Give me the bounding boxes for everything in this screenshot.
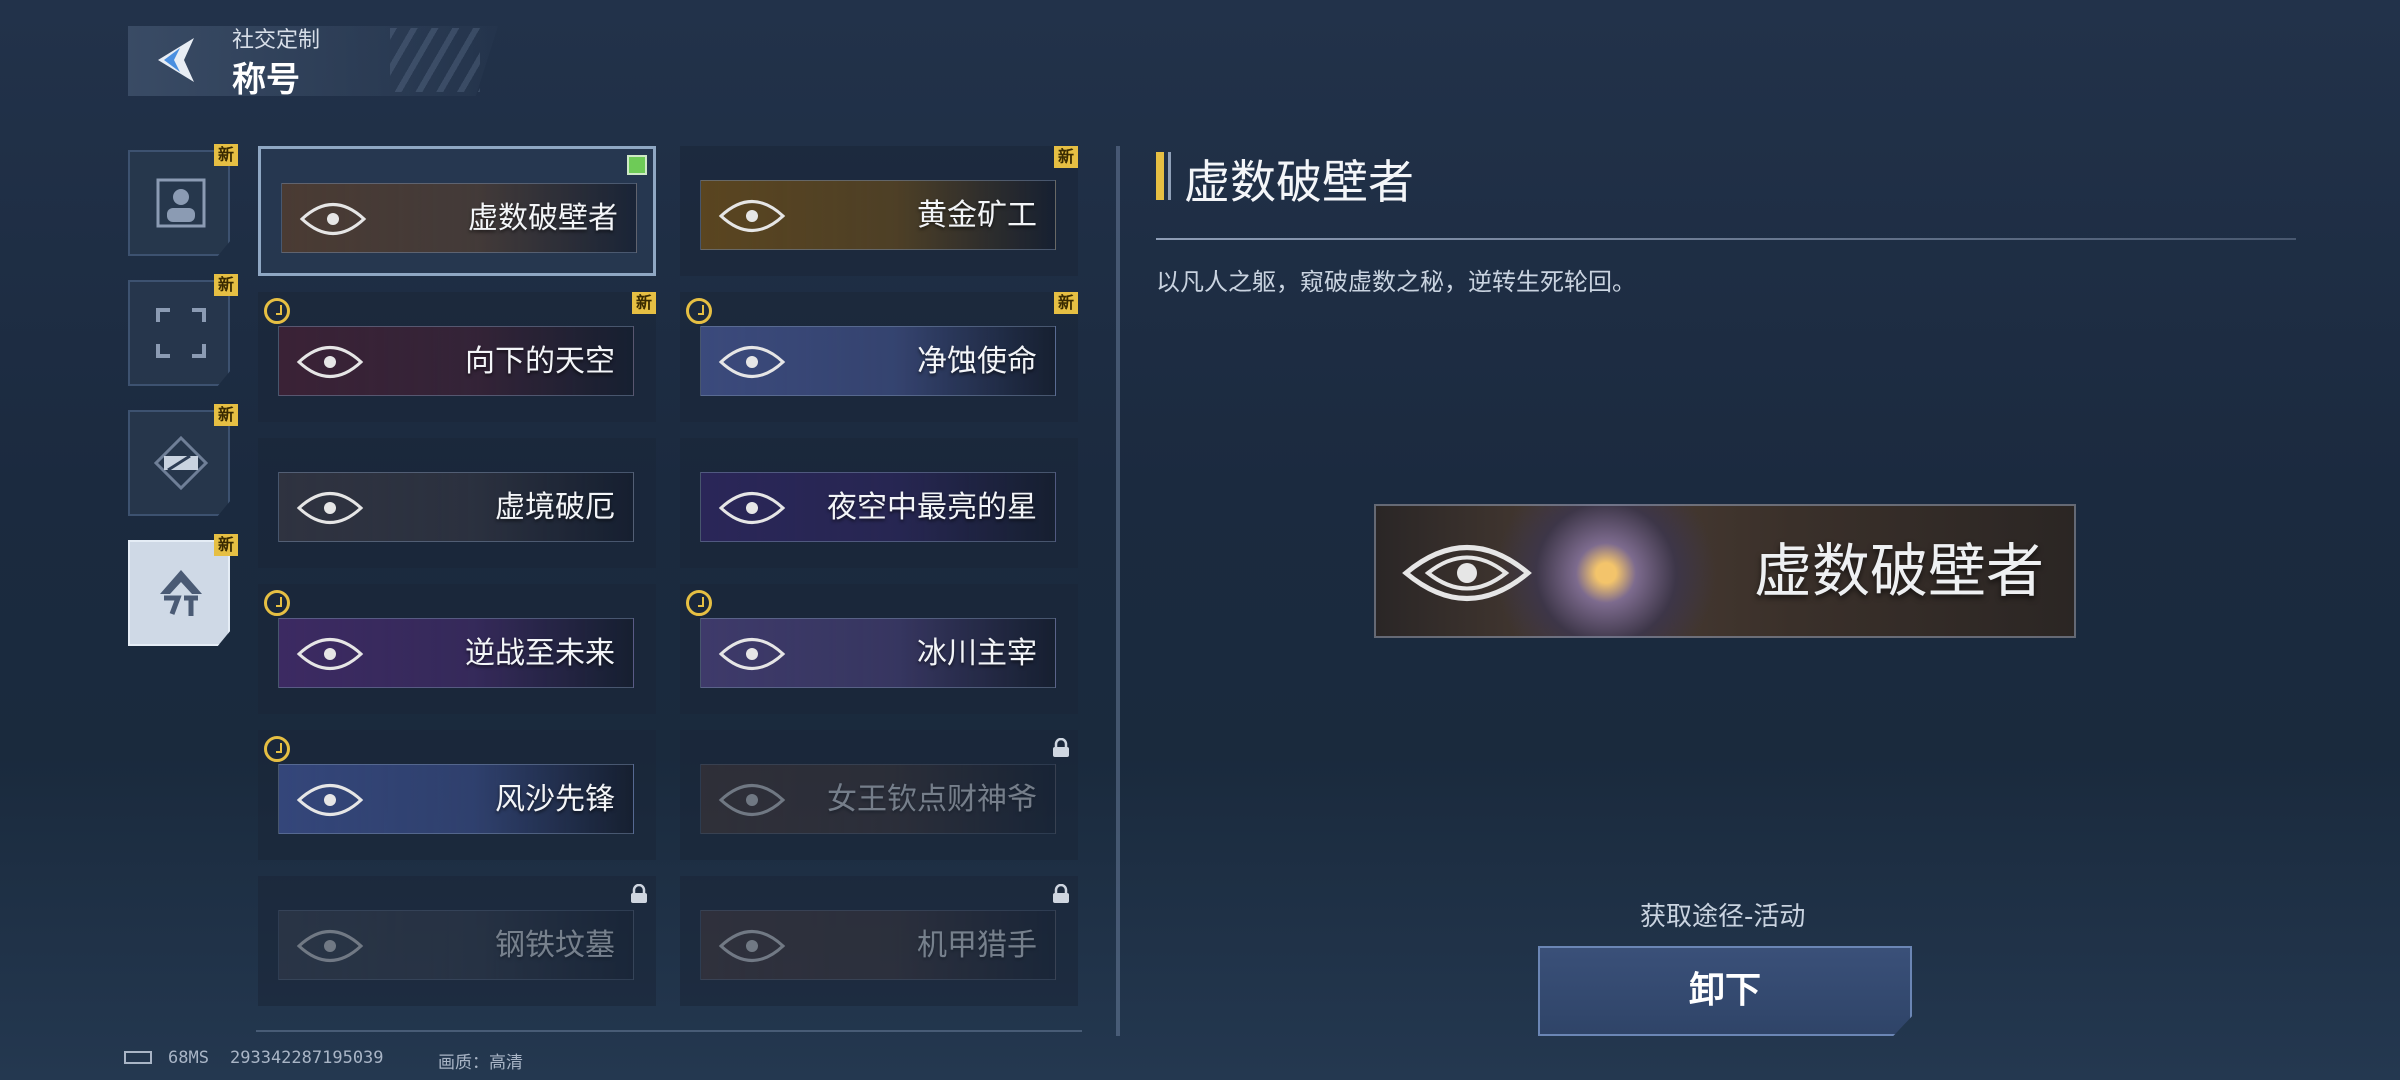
frame-icon	[156, 308, 206, 358]
title-card-label: 虚数破壁者	[468, 201, 618, 236]
title-card-label: 女王钦点财神爷	[827, 782, 1037, 817]
title-card: 虚数破壁者	[281, 183, 637, 253]
title-cell[interactable]: 虚数破壁者	[258, 146, 656, 276]
title-emblem-icon	[718, 930, 786, 962]
title-card: 钢铁坟墓	[278, 910, 634, 980]
title-card-label: 风沙先锋	[495, 782, 615, 817]
title-emblem-icon	[718, 638, 786, 670]
title-emblem-icon	[296, 346, 364, 378]
unequip-button[interactable]: 卸下	[1538, 946, 1912, 1036]
title-card: 虚境破厄	[278, 472, 634, 542]
detail-divider	[1156, 238, 2296, 240]
title-card: 净蚀使命	[700, 326, 1056, 396]
avatar-icon	[156, 178, 206, 228]
title-emblem-icon	[296, 930, 364, 962]
detail-description: 以凡人之躯，窥破虚数之秘，逆转生死轮回。	[1156, 268, 1636, 296]
title-cell[interactable]: 黄金矿工 新	[680, 146, 1078, 276]
title-cell[interactable]: 净蚀使命 新	[680, 292, 1078, 422]
new-badge: 新	[214, 144, 238, 166]
title-cell[interactable]: 女王钦点财神爷	[680, 730, 1078, 860]
player-uid: 293342287195039	[230, 1048, 384, 1068]
title-cell[interactable]: 夜空中最亮的星	[680, 438, 1078, 568]
title-emblem-icon	[718, 200, 786, 232]
title-cell[interactable]: 逆战至未来	[258, 584, 656, 714]
clock-icon	[264, 736, 290, 762]
title-cell[interactable]: 虚境破厄	[258, 438, 656, 568]
preview-title-label: 虚数破壁者	[1753, 537, 2044, 605]
eye-emblem-icon	[1402, 545, 1532, 601]
acquisition-source: 获取途径-活动	[1640, 902, 1806, 932]
title-emblem-icon	[296, 492, 364, 524]
title-emblem-icon	[296, 784, 364, 816]
title-cell[interactable]: 钢铁坟墓	[258, 876, 656, 1006]
new-badge: 新	[214, 534, 238, 556]
ping-readout: 68MS	[168, 1048, 209, 1068]
title-card-label: 向下的天空	[465, 344, 615, 379]
clock-icon	[686, 590, 712, 616]
title-card: 风沙先锋	[278, 764, 634, 834]
title-card-label: 钢铁坟墓	[495, 928, 615, 963]
title-emblem-icon	[299, 203, 367, 235]
battery-icon	[124, 1051, 152, 1064]
title-emblem-icon	[718, 346, 786, 378]
title-card: 机甲猎手	[700, 910, 1056, 980]
detail-title: 虚数破壁者	[1184, 155, 1414, 209]
title-card: 夜空中最亮的星	[700, 472, 1056, 542]
title-card: 冰川主宰	[700, 618, 1056, 688]
panel-divider	[1116, 146, 1120, 1036]
lock-icon	[631, 884, 647, 903]
lock-icon	[1053, 738, 1069, 757]
title-card: 黄金矿工	[700, 180, 1056, 250]
title-preview-card: 虚数破壁者	[1374, 504, 2076, 638]
new-badge: 新	[1054, 292, 1078, 314]
nameplate-icon	[154, 436, 208, 490]
title-card-label: 夜空中最亮的星	[827, 490, 1037, 525]
title-card: 向下的天空	[278, 326, 634, 396]
title-emblem-icon	[718, 492, 786, 524]
new-badge: 新	[632, 292, 656, 314]
equipped-indicator	[627, 155, 647, 175]
title-cell[interactable]: 冰川主宰	[680, 584, 1078, 714]
title-cell[interactable]: 向下的天空 新	[258, 292, 656, 422]
clock-icon	[264, 298, 290, 324]
new-badge: 新	[214, 274, 238, 296]
title-accent-bar-secondary	[1168, 152, 1171, 200]
header-decoration	[390, 28, 480, 92]
title-card-label: 净蚀使命	[917, 344, 1037, 379]
title-cell[interactable]: 风沙先锋	[258, 730, 656, 860]
back-arrow-icon[interactable]	[150, 34, 202, 86]
clock-icon	[264, 590, 290, 616]
title-card-label: 冰川主宰	[917, 636, 1037, 671]
clock-icon	[686, 298, 712, 324]
header-subtitle: 社交定制	[232, 28, 321, 53]
title-cell[interactable]: 机甲猎手	[680, 876, 1078, 1006]
title-card: 女王钦点财神爷	[700, 764, 1056, 834]
lock-icon	[1053, 884, 1069, 903]
title-card-label: 黄金矿工	[917, 198, 1037, 233]
title-card-label: 逆战至未来	[465, 636, 615, 671]
title-accent-bar	[1156, 152, 1164, 200]
title-card-label: 机甲猎手	[917, 928, 1037, 963]
title-card-label: 虚境破厄	[495, 490, 615, 525]
title-emblem-icon	[296, 638, 364, 670]
grid-divider	[256, 1030, 1082, 1032]
title-emblem-icon	[160, 570, 202, 616]
title-card: 逆战至未来	[278, 618, 634, 688]
new-badge: 新	[214, 404, 238, 426]
title-emblem-icon	[718, 784, 786, 816]
graphics-quality: 画质：高清	[438, 1053, 523, 1073]
page-title: 称号	[232, 60, 300, 100]
new-badge: 新	[1054, 146, 1078, 168]
